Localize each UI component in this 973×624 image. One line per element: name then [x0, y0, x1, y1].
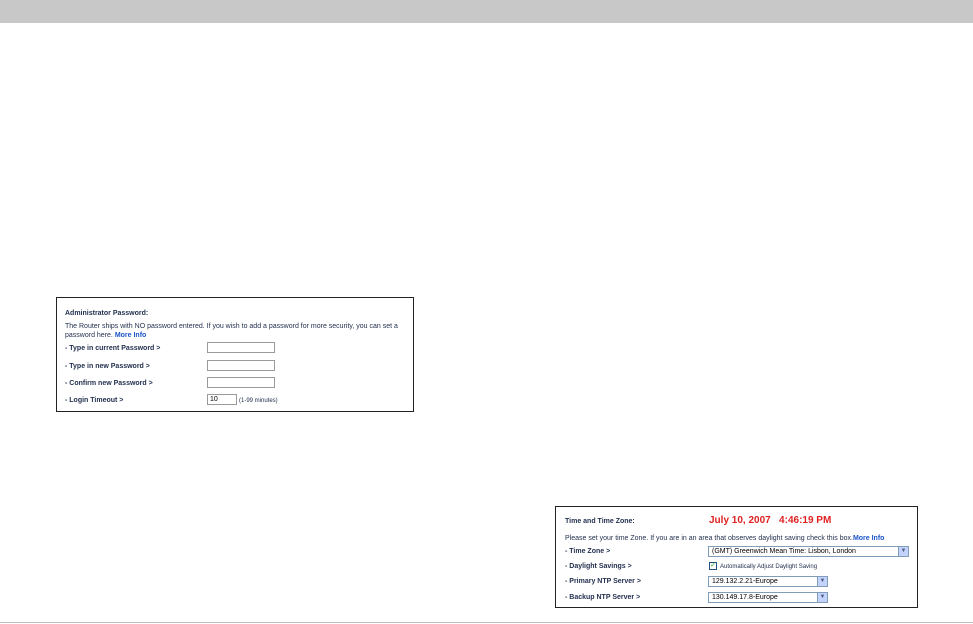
daylight-savings-checkbox[interactable]: ✓: [709, 562, 717, 570]
more-info-link[interactable]: More Info: [115, 332, 147, 339]
current-time: July 10, 2007 4:46:19 PM: [709, 515, 832, 526]
login-timeout-label: - Login Timeout >: [65, 397, 124, 404]
primary-ntp-label: - Primary NTP Server >: [565, 578, 641, 585]
daylight-savings-label: - Daylight Savings >: [565, 563, 632, 570]
new-password-input[interactable]: [207, 360, 275, 371]
chevron-down-icon[interactable]: ▼: [817, 593, 827, 602]
header-bar: [0, 0, 973, 23]
login-timeout-input[interactable]: [207, 394, 237, 405]
backup-ntp-value: 130.149.17.8-Europe: [712, 594, 778, 601]
confirm-password-label: - Confirm new Password >: [65, 380, 153, 387]
panel-description: Please set your time Zone. If you are in…: [565, 534, 915, 543]
new-password-label: - Type in new Password >: [65, 363, 150, 370]
panel-title: Time and Time Zone:: [565, 518, 635, 525]
backup-ntp-label: - Backup NTP Server >: [565, 594, 641, 601]
current-password-input[interactable]: [207, 342, 275, 353]
primary-ntp-select[interactable]: 129.132.2.21-Europe ▼: [708, 576, 828, 587]
more-info-link[interactable]: More Info: [853, 535, 885, 542]
backup-ntp-select[interactable]: 130.149.17.8-Europe ▼: [708, 592, 828, 603]
panel-title: Administrator Password:: [65, 310, 149, 317]
chevron-down-icon[interactable]: ▼: [898, 547, 908, 556]
description-text: Please set your time Zone. If you are in…: [565, 535, 853, 542]
current-password-label: - Type in current Password >: [65, 345, 161, 352]
footer-divider: [0, 622, 973, 623]
time-zone-panel: Time and Time Zone: July 10, 2007 4:46:1…: [555, 506, 918, 608]
confirm-password-input[interactable]: [207, 377, 275, 388]
time-zone-value: (GMT) Greenwich Mean Time: Lisbon, Londo…: [712, 548, 856, 555]
daylight-savings-checkbox-label: Automatically Adjust Daylight Saving: [720, 564, 818, 570]
time-zone-select[interactable]: (GMT) Greenwich Mean Time: Lisbon, Londo…: [708, 546, 909, 557]
admin-password-panel: Administrator Password: The Router ships…: [56, 297, 414, 412]
primary-ntp-value: 129.132.2.21-Europe: [712, 578, 778, 585]
chevron-down-icon[interactable]: ▼: [817, 577, 827, 586]
login-timeout-hint: (1-99 minutes): [239, 398, 278, 404]
panel-description: The Router ships with NO password entere…: [65, 322, 410, 340]
time-zone-label: - Time Zone >: [565, 548, 611, 555]
